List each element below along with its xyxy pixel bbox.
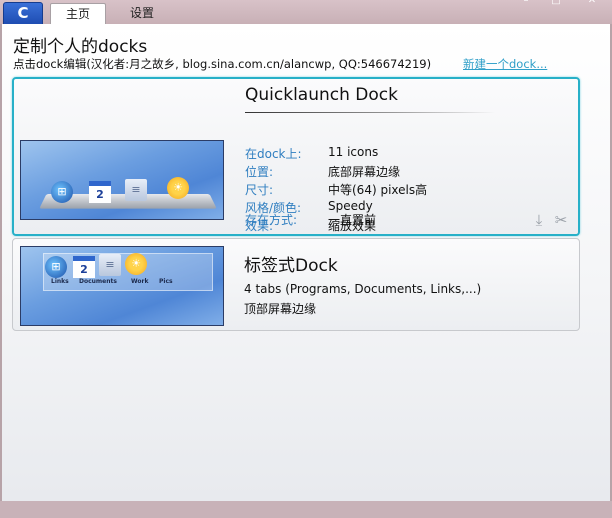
tab-label: Work	[131, 278, 149, 285]
delete-tools-icon[interactable]: ✂	[552, 211, 570, 229]
minimize-icon[interactable]: –	[516, 0, 536, 6]
main-content: 定制个人的docks 点击dock编辑(汉化者:月之故乡, blog.sina.…	[2, 24, 610, 501]
subtitle-credits: 点击dock编辑(汉化者:月之故乡, blog.sina.com.cn/alan…	[13, 57, 432, 71]
dock-preview-image: ⊞ 2 ≡ ☀ Links Documents Work Pics	[20, 246, 224, 326]
tab-label: Documents	[79, 278, 117, 285]
tab-label: Links	[51, 278, 69, 285]
weather-sun-icon: ☀	[167, 177, 189, 199]
title-bar: C 主页 设置 – □ ✕	[0, 0, 612, 26]
document-icon: ≡	[125, 179, 147, 201]
app-window: C 主页 设置 – □ ✕ 定制个人的docks 点击dock编辑(汉化者:月之…	[0, 0, 612, 518]
tab-labels: Links Documents Work Pics	[51, 278, 211, 288]
close-icon[interactable]: ✕	[582, 0, 602, 6]
dock-name: Quicklaunch Dock	[245, 85, 398, 105]
property-label: 存在方式:	[245, 213, 298, 227]
dock-position: 顶部屏幕边缘	[244, 302, 317, 316]
dock-preview-image: ⊞ 2 ≡ ☀	[20, 140, 224, 220]
property-value: 底部屏幕边缘	[328, 165, 401, 179]
window-bottom-edge	[0, 501, 612, 518]
calendar-icon: 2	[89, 181, 111, 203]
app-logo-icon[interactable]: C	[3, 2, 43, 26]
property-label: 尺寸:	[245, 183, 274, 197]
dock-name: 标签式Dock	[244, 256, 338, 276]
property-label: 在dock上:	[245, 147, 302, 161]
weather-sun-icon: ☀	[125, 253, 147, 275]
tab-home[interactable]: 主页	[50, 3, 106, 25]
property-value: 中等(64) pixels高	[328, 183, 428, 197]
download-icon[interactable]: ⤓	[530, 211, 548, 229]
windows-logo-icon: ⊞	[51, 181, 73, 203]
document-icon: ≡	[99, 254, 121, 276]
calendar-icon: 2	[73, 256, 95, 278]
dock-tabs-summary: 4 tabs (Programs, Documents, Links,...)	[244, 282, 482, 296]
new-dock-link[interactable]: 新建一个dock...	[463, 56, 547, 72]
property-label: 位置:	[245, 165, 274, 179]
page-title: 定制个人的docks	[13, 37, 148, 57]
dock-name-divider	[245, 112, 495, 113]
property-value: 一直置前	[328, 213, 377, 227]
tab-label: Pics	[159, 278, 173, 285]
windows-logo-icon: ⊞	[45, 256, 67, 278]
property-value: 11 icons	[328, 145, 379, 159]
tab-settings[interactable]: 设置	[118, 3, 166, 24]
dock-card-tabbed[interactable]: ⊞ 2 ≡ ☀ Links Documents Work Pics 标签式Doc…	[12, 238, 580, 331]
maximize-icon[interactable]: □	[546, 0, 566, 6]
